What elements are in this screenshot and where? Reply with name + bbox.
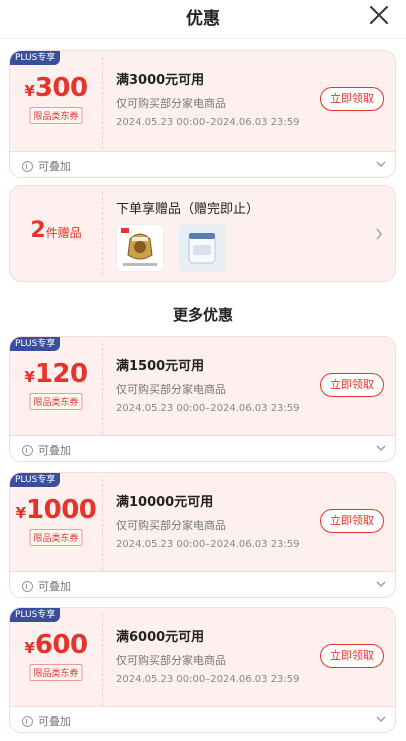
coupon-card: PLUS专享 ¥120 限品类东券 满1500元可用 仅可购买部分家电商品 20… [9,336,396,462]
chevron-down-icon[interactable] [376,160,386,168]
chevron-down-icon[interactable] [376,444,386,452]
limit-tag: 限品类东券 [29,529,83,546]
coupon-validity: 2024.05.23 00:00–2024.06.03 23:59 [116,117,300,128]
coupon-scope: 仅可购买部分家电商品 [116,519,226,532]
coupon-validity: 2024.05.23 00:00–2024.06.03 23:59 [116,539,300,550]
gift-image-2 [179,225,225,271]
gift-card[interactable]: 2件赠品 下单享赠品（赠完即止） [9,185,396,282]
claim-button[interactable]: 立即领取 [320,373,384,397]
stackable-label: 可叠加 [38,444,71,457]
stackable-label: 可叠加 [38,715,71,728]
coupon-left: 限品类东券 [10,337,102,441]
coupon-card: PLUS专享 ¥600 限品类东券 满6000元可用 仅可购买部分家电商品 20… [9,607,396,733]
coupon-condition: 满6000元可用 [116,630,205,645]
info-icon [22,715,33,727]
gift-count-number: 2 [30,218,46,243]
info-icon [22,160,33,172]
coupon-card: PLUS专享 ¥1000 限品类东券 满10000元可用 仅可购买部分家电商品 … [9,472,396,598]
gift-count: 2件赠品 [10,218,102,243]
sheet-header: 优惠 [0,0,406,36]
claim-button[interactable]: 立即领取 [320,644,384,668]
coupon-main: PLUS专享 ¥1000 限品类东券 满10000元可用 仅可购买部分家电商品 … [10,473,395,577]
coupon-left: 限品类东券 [10,473,102,577]
info-icon [22,444,33,456]
coupon-left: 限品类东券 [10,51,102,155]
gift-image-1 [117,225,163,271]
stackable-label: 可叠加 [38,580,71,593]
close-icon[interactable] [368,4,390,26]
chevron-down-icon[interactable] [376,715,386,723]
claim-button[interactable]: 立即领取 [320,509,384,533]
stackable-label: 可叠加 [38,160,71,173]
coupon-validity: 2024.05.23 00:00–2024.06.03 23:59 [116,674,300,685]
coupon-condition: 满1500元可用 [116,359,205,374]
limit-tag: 限品类东券 [29,107,83,124]
stackable-info: 可叠加 [22,158,71,174]
chevron-down-icon[interactable] [376,580,386,588]
header-divider [0,38,406,39]
stackable-info: 可叠加 [22,442,71,458]
gift-divider [102,192,103,275]
gift-thumbnail-1[interactable] [116,224,164,272]
coupon-divider [102,614,103,706]
stackable-info: 可叠加 [22,713,71,729]
coupon-main: PLUS专享 ¥120 限品类东券 满1500元可用 仅可购买部分家电商品 20… [10,337,395,441]
coupon-footer[interactable]: 可叠加 [10,571,395,597]
coupon-scope: 仅可购买部分家电商品 [116,97,226,110]
stackable-info: 可叠加 [22,578,71,594]
chevron-right-icon[interactable] [375,228,383,240]
limit-tag: 限品类东券 [29,393,83,410]
coupon-condition: 满3000元可用 [116,73,205,88]
gift-thumbnail-2[interactable] [178,224,226,272]
coupon-left: 限品类东券 [10,608,102,712]
coupon-scope: 仅可购买部分家电商品 [116,654,226,667]
coupon-footer[interactable]: 可叠加 [10,435,395,461]
coupon-main: PLUS专享 ¥600 限品类东券 满6000元可用 仅可购买部分家电商品 20… [10,608,395,712]
gift-count-unit: 件赠品 [45,226,82,240]
coupon-footer[interactable]: 可叠加 [10,706,395,732]
more-offers-title: 更多优惠 [172,306,233,324]
sheet-title: 优惠 [186,9,220,29]
gift-title: 下单享赠品（赠完即止） [116,202,260,217]
coupon-validity: 2024.05.23 00:00–2024.06.03 23:59 [116,403,300,414]
coupon-divider [102,479,103,571]
limit-tag: 限品类东券 [29,664,83,681]
coupon-scope: 仅可购买部分家电商品 [116,383,226,396]
coupon-condition: 满10000元可用 [116,495,214,510]
coupon-divider [102,343,103,435]
coupon-divider [102,57,103,149]
info-icon [22,580,33,592]
coupon-card: PLUS专享 ¥300 限品类东券 满3000元可用 仅可购买部分家电商品 20… [9,50,396,178]
coupon-main: PLUS专享 ¥300 限品类东券 满3000元可用 仅可购买部分家电商品 20… [10,51,395,155]
coupon-footer[interactable]: 可叠加 [10,151,395,177]
claim-button[interactable]: 立即领取 [320,87,384,111]
